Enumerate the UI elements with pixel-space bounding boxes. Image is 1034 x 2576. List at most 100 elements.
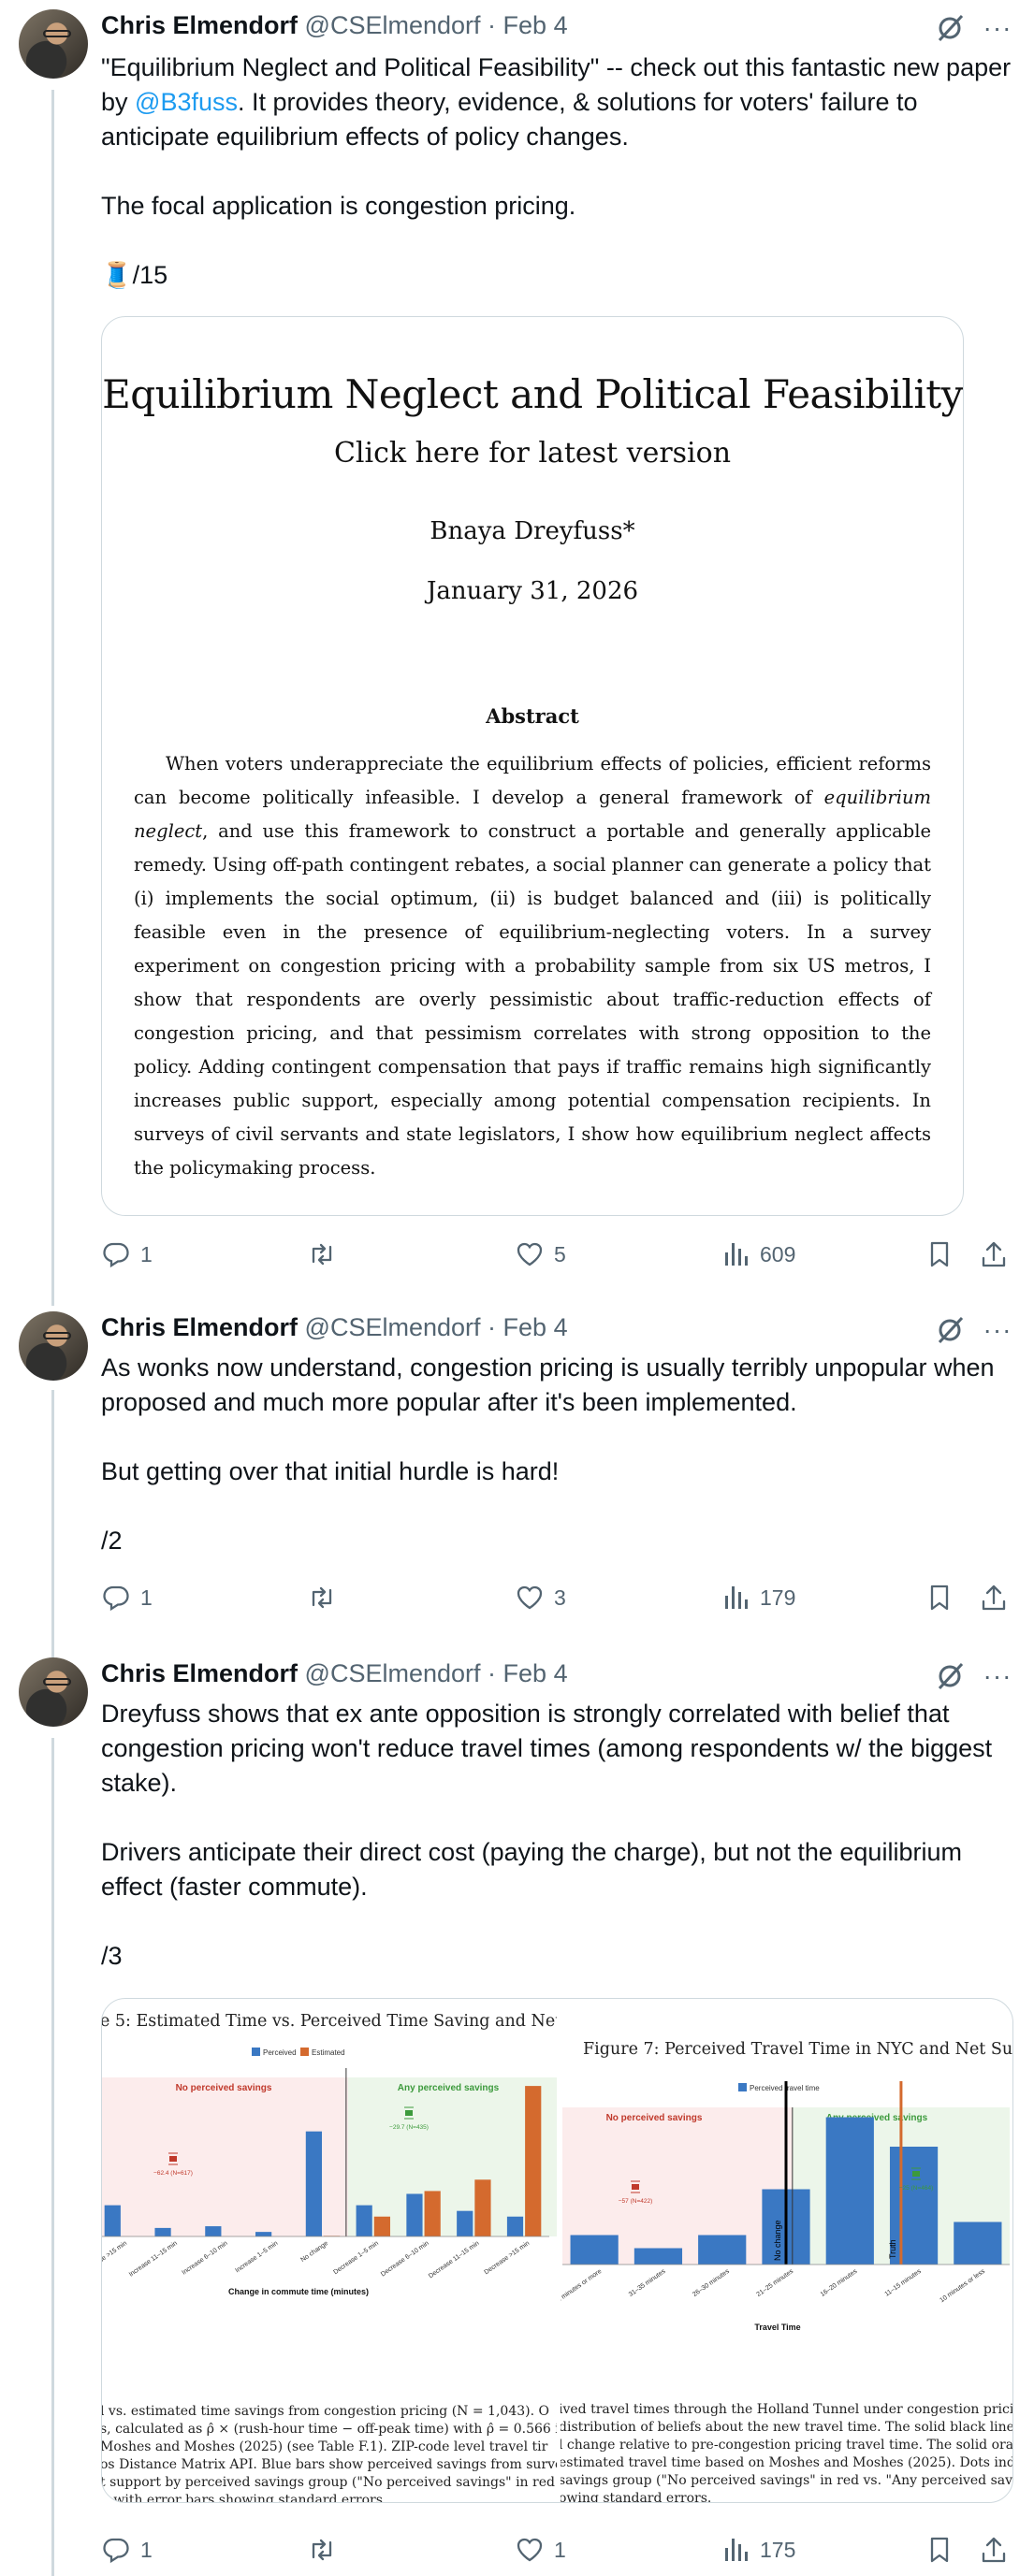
annotation: −62.4 (N=617) (153, 2170, 193, 2177)
share-button[interactable] (979, 2531, 1009, 2569)
thread-line (51, 90, 54, 1306)
tweet-paragraph: Drivers anticipate their direct cost (pa… (101, 1838, 969, 1901)
legend-label: Estimated (312, 2048, 345, 2057)
tweet-text: As wonks now understand, congestion pric… (101, 1351, 1013, 1558)
more-options-icon[interactable]: ··· (983, 1315, 1012, 1345)
bookmark-icon (930, 1241, 949, 1267)
tweet-paragraph: But getting over that initial hurdle is … (101, 1457, 560, 1485)
thread-counter: /3 (101, 1942, 123, 1970)
tweet-actions: 1 1 175 (101, 2531, 1013, 2569)
bookmark-button[interactable] (925, 1236, 954, 1273)
views-button[interactable]: 175 (721, 2531, 795, 2569)
paper-preview-card[interactable]: Equilibrium Neglect and Political Feasib… (101, 316, 964, 1216)
thread-emoji: 🧵 (101, 261, 133, 289)
figure-title: e 5: Estimated Time vs. Perceived Time S… (102, 2012, 557, 2031)
bar (525, 2086, 542, 2236)
caption-line: os Distance Matrix API. Blue bars show p… (102, 2457, 557, 2472)
region-label: Any perceived savings (398, 2083, 500, 2093)
tweet-paragraph: As wonks now understand, congestion pric… (101, 1353, 1002, 1416)
like-button[interactable]: 3 (515, 1579, 566, 1616)
repost-button[interactable] (307, 1579, 346, 1616)
reply-button[interactable]: 1 (101, 2531, 153, 2569)
thread-counter: /15 (132, 261, 168, 289)
views-button[interactable]: 609 (721, 1236, 795, 1273)
tick-label: Increase >15 min (102, 2240, 128, 2275)
tick-label: No change (299, 2240, 329, 2264)
paper-subtitle-link[interactable]: Click here for latest version (102, 437, 963, 470)
share-icon (982, 2537, 1006, 2563)
paper-author: Bnaya Dreyfuss* (430, 517, 635, 545)
tweet-header: Chris Elmendorf @CSElmendorf · Feb 4 (101, 1659, 568, 1688)
reply-button[interactable]: 1 (101, 1236, 153, 1273)
bookmark-button[interactable] (925, 1579, 954, 1616)
more-options-icon[interactable]: ··· (983, 13, 1012, 43)
repost-button[interactable] (307, 1236, 346, 1273)
bar (406, 2193, 423, 2236)
avatar[interactable] (19, 1311, 88, 1381)
region-label: No perceived savings (176, 2083, 272, 2093)
tweet-paragraph: The focal application is congestion pric… (101, 192, 576, 220)
tick-label: Increase 6–10 min (181, 2240, 228, 2277)
tick-label: Decrease 11–15 min (428, 2240, 481, 2280)
bookmark-icon (930, 2537, 949, 2563)
tweet-date[interactable]: · Feb 4 (488, 1313, 568, 1341)
share-button[interactable] (979, 1579, 1009, 1616)
like-button[interactable]: 5 (515, 1236, 566, 1273)
tweet-paragraph: Dreyfuss shows that ex ante opposition i… (101, 1700, 999, 1797)
avatar[interactable] (19, 9, 88, 79)
tweet-actions: 1 5 609 (101, 1236, 1013, 1273)
thread-counter: /2 (101, 1527, 123, 1555)
like-count: 5 (554, 1241, 566, 1266)
bar (634, 2248, 683, 2265)
like-count: 1 (554, 2537, 566, 2562)
tweet-actions: 1 3 179 (101, 1579, 1013, 1616)
bookmark-button[interactable] (925, 2531, 954, 2569)
mean-marker (405, 2110, 413, 2116)
more-options-icon[interactable]: ··· (983, 1661, 1012, 1691)
thread-line (51, 1390, 54, 1680)
reply-count: 1 (140, 2537, 153, 2562)
tick-label: Increase 11–15 min (128, 2240, 179, 2279)
tweet-text: Dreyfuss shows that ex ante opposition i… (101, 1697, 1013, 1974)
author-handle[interactable]: @CSElmendorf (305, 1313, 481, 1341)
bar (698, 2235, 747, 2265)
author-handle[interactable]: @CSElmendorf (305, 1659, 481, 1687)
reply-icon (103, 1585, 129, 1612)
share-button[interactable] (979, 1236, 1009, 1273)
grok-icon[interactable] (934, 12, 966, 44)
figure-image-card[interactable]: e 5: Estimated Time vs. Perceived Time S… (101, 1998, 1013, 2503)
author-handle[interactable]: @CSElmendorf (305, 11, 481, 39)
view-count: 179 (760, 1585, 796, 1610)
bar (154, 2227, 171, 2236)
avatar[interactable] (19, 1657, 88, 1727)
figure-title: Figure 7: Perceived Travel Time in NYC a… (583, 2040, 1013, 2059)
author-name[interactable]: Chris Elmendorf (101, 1313, 298, 1341)
tick-label: Decrease 6–10 min (380, 2240, 430, 2279)
analytics-icon (725, 2539, 748, 2561)
repost-button[interactable] (307, 2531, 346, 2569)
marker-label: No change (773, 2220, 782, 2261)
author-name[interactable]: Chris Elmendorf (101, 11, 298, 39)
mention-link[interactable]: @B3fuss (135, 88, 238, 116)
repost-icon (312, 1586, 332, 1609)
caption-line: owing standard errors. (561, 2491, 712, 2503)
tick-label: 11–15 minutes (884, 2268, 924, 2298)
tick-label: 31–35 minutes (628, 2268, 667, 2298)
annotation: −25 (N=464) (899, 2185, 934, 2192)
tweet-date[interactable]: · Feb 4 (488, 11, 568, 39)
annotation: −57 (N=422) (619, 2198, 653, 2205)
grok-icon[interactable] (934, 1314, 966, 1346)
like-count: 3 (554, 1585, 566, 1610)
bar (305, 2131, 322, 2236)
bar (356, 2205, 372, 2236)
views-button[interactable]: 179 (721, 1579, 795, 1616)
like-button[interactable]: 1 (515, 2531, 566, 2569)
reply-button[interactable]: 1 (101, 1579, 153, 1616)
figure-7-chart: No perceived savings Any perceived saving… (561, 2081, 1010, 2332)
tweet-date[interactable]: · Feb 4 (488, 1659, 568, 1687)
tweet-header: Chris Elmendorf @CSElmendorf · Feb 4 (101, 11, 568, 40)
grok-icon[interactable] (934, 1660, 966, 1692)
analytics-icon (725, 1586, 748, 1609)
tick-label: Increase 1–5 min (234, 2240, 279, 2275)
author-name[interactable]: Chris Elmendorf (101, 1659, 298, 1687)
